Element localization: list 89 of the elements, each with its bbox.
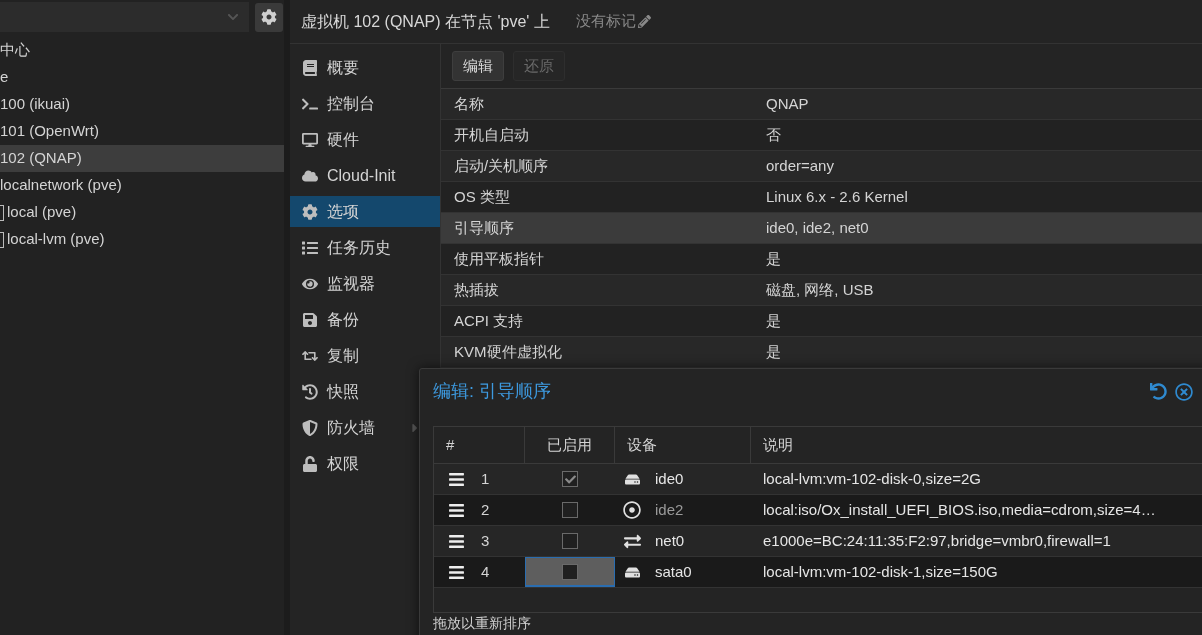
list-icon (302, 239, 318, 256)
floppy-icon (302, 311, 318, 328)
tree-item[interactable]: local-lvm (pve) (0, 226, 284, 253)
tree-item[interactable]: 102 (QNAP) (0, 145, 284, 172)
option-value: QNAP (766, 93, 809, 114)
device-description: local-lvm:vm-102-disk-1,size=150G (762, 561, 999, 582)
order-number: 1 (481, 468, 490, 489)
device-name: ide2 (655, 499, 684, 520)
drag-hint: 拖放以重新排序 (433, 616, 531, 631)
option-row[interactable]: 引导顺序 ide0, ide2, net0 (441, 213, 1202, 244)
option-row[interactable]: KVM硬件虚拟化 是 (441, 337, 1202, 368)
storage-icon (0, 231, 4, 248)
option-value: 是 (766, 341, 781, 362)
drag-handle-icon[interactable] (448, 501, 465, 519)
option-value: ide0, ide2, net0 (766, 217, 869, 238)
history-icon (302, 383, 318, 400)
dialog-title: 编辑: 引导顺序 (433, 380, 552, 403)
pencil-icon (637, 15, 651, 28)
tree-item[interactable]: localnetwork (pve) (0, 172, 284, 199)
column-header[interactable]: # (434, 427, 525, 463)
nav-item[interactable]: 控制台 (290, 88, 440, 119)
option-value: 磁盘, 网络, USB (766, 279, 874, 300)
checkbox[interactable] (562, 533, 578, 549)
tags-link[interactable]: 没有标记 (575, 10, 651, 33)
tree-item[interactable]: 100 (ikuai) (0, 91, 284, 118)
option-row[interactable]: 热插拔 磁盘, 网络, USB (441, 275, 1202, 306)
checkbox[interactable] (562, 502, 578, 518)
option-name: 使用平板指针 (453, 248, 545, 269)
option-name: 开机自启动 (453, 124, 530, 145)
boot-row[interactable]: 4 sata0 local-lvm:vm-102-disk-1,size=150G (434, 557, 1202, 588)
option-value: Linux 6.x - 2.6 Kernel (766, 186, 908, 207)
chevron-icon (227, 11, 239, 23)
nav-item[interactable]: 任务历史 (290, 232, 440, 263)
checkbox[interactable] (562, 471, 578, 487)
device-description: local:iso/Ox_install_UEFI_BIOS.iso,media=cdrom,size=4… (762, 499, 1157, 520)
device-name: net0 (655, 530, 685, 551)
checkbox[interactable] (562, 563, 578, 580)
arrows-icon (623, 532, 641, 550)
device-name: sata0 (655, 561, 692, 582)
device-description: local-lvm:vm-102-disk-0,size=2G (762, 468, 982, 489)
tree-item[interactable]: 中心 (0, 37, 284, 64)
option-value: 是 (766, 248, 781, 269)
option-row[interactable]: 名称 QNAP (441, 89, 1202, 120)
page-title: 虚拟机 102 (QNAP) 在节点 'pve' 上 (301, 11, 550, 32)
order-number: 3 (481, 530, 490, 551)
close-icon[interactable] (1175, 382, 1193, 401)
option-name: 热插拔 (453, 279, 500, 300)
monitor-icon (302, 131, 318, 148)
toolbar-button[interactable]: 编辑 (452, 51, 504, 81)
drag-handle-icon[interactable] (448, 563, 465, 581)
option-value: order=any (766, 155, 834, 176)
option-name: OS 类型 (453, 186, 511, 207)
option-name: KVM硬件虚拟化 (453, 341, 563, 362)
tree-item[interactable]: 101 (OpenWrt) (0, 118, 284, 145)
option-name: ACPI 支持 (453, 310, 525, 331)
nav-item[interactable]: 选项 (290, 196, 440, 227)
tree-item[interactable]: e (0, 64, 284, 91)
tree-item[interactable]: local (pve) (0, 199, 284, 226)
option-name: 引导顺序 (453, 217, 515, 238)
option-name: 名称 (453, 93, 485, 114)
nav-item[interactable]: 概要 (290, 52, 440, 83)
nav-item[interactable]: 硬件 (290, 124, 440, 155)
nav-item[interactable]: 复制 (290, 340, 440, 371)
column-header[interactable]: 已启用 (525, 427, 615, 463)
unlock-icon (302, 455, 318, 472)
reset-icon[interactable] (1150, 383, 1167, 400)
option-row[interactable]: 启动/关机顺序 order=any (441, 151, 1202, 182)
order-number: 4 (481, 561, 490, 582)
option-value: 是 (766, 310, 781, 331)
storage-icon (0, 204, 4, 221)
nav-item[interactable]: 监视器 (290, 268, 440, 299)
book-icon (302, 59, 318, 76)
column-header[interactable]: 说明 (751, 427, 1202, 463)
cloud-icon (302, 167, 318, 184)
gear-icon (302, 203, 318, 220)
device-description: e1000e=BC:24:11:35:F2:97,bridge=vmbr0,firewall=1 (762, 530, 1112, 551)
settings-button[interactable] (255, 2, 283, 32)
nav-item[interactable]: 备份 (290, 304, 440, 335)
option-value: 否 (766, 124, 781, 145)
drag-handle-icon[interactable] (448, 532, 465, 550)
gear-icon (261, 9, 277, 25)
option-name: 启动/关机顺序 (453, 155, 550, 176)
drag-handle-icon[interactable] (448, 470, 465, 488)
device-name: ide0 (655, 468, 684, 489)
order-number: 2 (481, 499, 490, 520)
shield-icon (302, 419, 318, 436)
column-header[interactable]: 设备 (615, 427, 751, 463)
nav-item[interactable]: Cloud-Init (290, 160, 440, 191)
boot-row[interactable]: 2 ide2 local:iso/Ox_install_UEFI_BIOS.iso,media=cdrom,size=4… (434, 495, 1202, 526)
